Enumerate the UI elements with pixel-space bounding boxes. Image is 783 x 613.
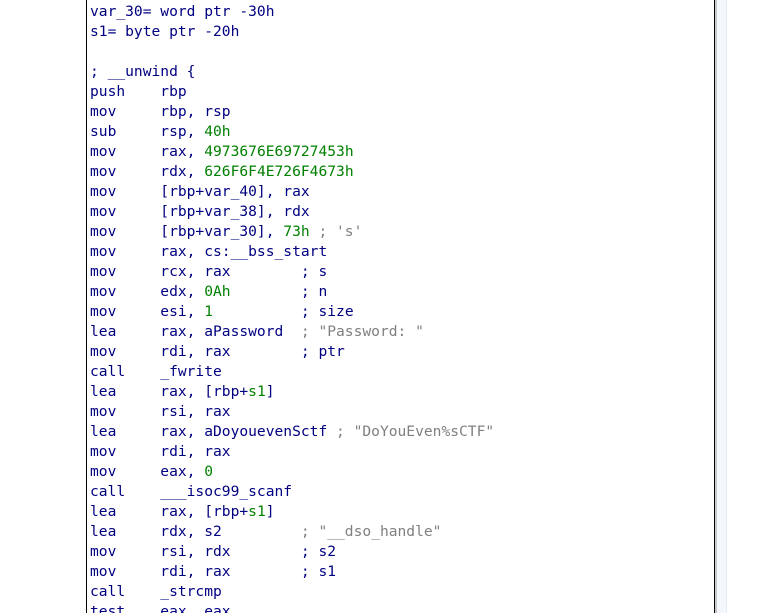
asm-comment: ; "DoYouEven%sCTF" — [336, 423, 495, 440]
asm-text: mov rax, cs:__bss_start — [90, 243, 328, 260]
asm-line[interactable]: mov rcx, rax ; s — [90, 262, 494, 282]
asm-line[interactable]: mov rdi, rax ; s1 — [90, 562, 494, 582]
asm-line[interactable]: mov edx, 0Ah ; n — [90, 282, 494, 302]
disassembly-listing[interactable]: var_30= word ptr -30h s1= byte ptr -20h ; … — [90, 2, 494, 613]
asm-line[interactable]: lea rax, [rbp+s1] — [90, 382, 494, 402]
asm-text: mov rax, — [90, 143, 205, 160]
asm-text: lea rax, aPassword — [90, 323, 301, 340]
asm-operand-number: s1 — [248, 503, 266, 520]
asm-line[interactable]: lea rax, aPassword ; "Password: " — [90, 322, 494, 342]
asm-text: sub rsp, — [90, 123, 205, 140]
asm-text: mov rsi, rax — [90, 403, 231, 420]
asm-line[interactable]: mov rdi, rax ; ptr — [90, 342, 494, 362]
asm-operand-number: 1 — [204, 303, 214, 320]
asm-text: mov rdi, rax ; s1 — [90, 563, 337, 580]
asm-operand-number: 626F6F4E726F4673h — [204, 163, 354, 180]
asm-comment: ; "__dso_handle" — [300, 523, 442, 540]
asm-text: mov rcx, rax ; s — [90, 263, 328, 280]
asm-text: test eax, eax — [90, 603, 231, 613]
asm-line[interactable]: mov esi, 1 ; size — [90, 302, 494, 322]
asm-line[interactable]: lea rax, aDoyouevenSctf ; "DoYouEven%sCT… — [90, 422, 494, 442]
graph-background-panel — [726, 0, 783, 613]
asm-line[interactable]: lea rax, [rbp+s1] — [90, 502, 494, 522]
asm-text: ; n — [230, 283, 328, 300]
asm-text: lea rax, [rbp+ — [90, 383, 249, 400]
asm-line[interactable]: lea rdx, s2 ; "__dso_handle" — [90, 522, 494, 542]
asm-text: lea rax, [rbp+ — [90, 503, 249, 520]
asm-text: lea rax, aDoyouevenSctf — [90, 423, 337, 440]
asm-line[interactable]: call ___isoc99_scanf — [90, 482, 494, 502]
asm-text: call _fwrite — [90, 363, 222, 380]
asm-line[interactable]: mov [rbp+var_40], rax — [90, 182, 494, 202]
asm-text: ] — [265, 383, 275, 400]
asm-line[interactable]: mov rsi, rdx ; s2 — [90, 542, 494, 562]
asm-line[interactable]: test eax, eax — [90, 602, 494, 613]
asm-line[interactable] — [90, 42, 494, 62]
asm-text: mov rbp, rsp — [90, 103, 231, 120]
graph-panel-divider — [726, 0, 727, 613]
asm-text: ; __unwind { — [90, 63, 196, 80]
asm-operand-number: 4973676E69727453h — [204, 143, 354, 160]
asm-line[interactable]: var_30= word ptr -30h — [90, 2, 494, 22]
asm-text: mov [rbp+var_40], rax — [90, 183, 310, 200]
asm-text: var_30= word ptr -30h — [90, 3, 275, 20]
asm-text: mov rdi, rax ; ptr — [90, 343, 345, 360]
asm-operand-number: 0Ah — [204, 283, 231, 300]
asm-line[interactable]: s1= byte ptr -20h — [90, 22, 494, 42]
asm-text: mov eax, — [90, 463, 205, 480]
asm-operand-number: s1 — [248, 383, 266, 400]
asm-line[interactable]: ; __unwind { — [90, 62, 494, 82]
asm-text: call ___isoc99_scanf — [90, 483, 293, 500]
asm-text: mov rdi, rax — [90, 443, 231, 460]
asm-line[interactable]: mov rsi, rax — [90, 402, 494, 422]
asm-text: ] — [265, 503, 275, 520]
asm-line[interactable]: call _strcmp — [90, 582, 494, 602]
asm-comment: ; "Password: " — [300, 323, 424, 340]
asm-line[interactable]: mov rax, 4973676E69727453h — [90, 142, 494, 162]
asm-line[interactable]: mov eax, 0 — [90, 462, 494, 482]
asm-text: mov [rbp+var_30], — [90, 223, 284, 240]
asm-line[interactable]: mov rbp, rsp — [90, 102, 494, 122]
asm-comment: ; 's' — [309, 223, 363, 240]
asm-text: mov rdx, — [90, 163, 205, 180]
asm-text: push rbp — [90, 83, 187, 100]
asm-text: mov edx, — [90, 283, 205, 300]
asm-line[interactable]: call _fwrite — [90, 362, 494, 382]
asm-line[interactable]: push rbp — [90, 82, 494, 102]
asm-line[interactable]: mov rdx, 626F6F4E726F4673h — [90, 162, 494, 182]
asm-text: mov [rbp+var_38], rdx — [90, 203, 310, 220]
asm-text: call _strcmp — [90, 583, 222, 600]
asm-text: lea rdx, s2 — [90, 523, 301, 540]
asm-operand-number: 73h — [283, 223, 310, 240]
ida-graph-view[interactable]: var_30= word ptr -30h s1= byte ptr -20h ; … — [0, 0, 783, 613]
asm-text: mov rsi, rdx ; s2 — [90, 543, 337, 560]
asm-operand-number: 0 — [204, 463, 214, 480]
asm-text: ; size — [213, 303, 354, 320]
asm-line[interactable]: mov [rbp+var_30], 73h ; 's' — [90, 222, 494, 242]
asm-line[interactable]: sub rsp, 40h — [90, 122, 494, 142]
asm-text: s1= byte ptr -20h — [90, 23, 240, 40]
asm-line[interactable]: mov rdi, rax — [90, 442, 494, 462]
asm-line[interactable]: mov rax, cs:__bss_start — [90, 242, 494, 262]
asm-operand-number: 40h — [204, 123, 231, 140]
asm-text: mov esi, — [90, 303, 205, 320]
asm-line[interactable]: mov [rbp+var_38], rdx — [90, 202, 494, 222]
